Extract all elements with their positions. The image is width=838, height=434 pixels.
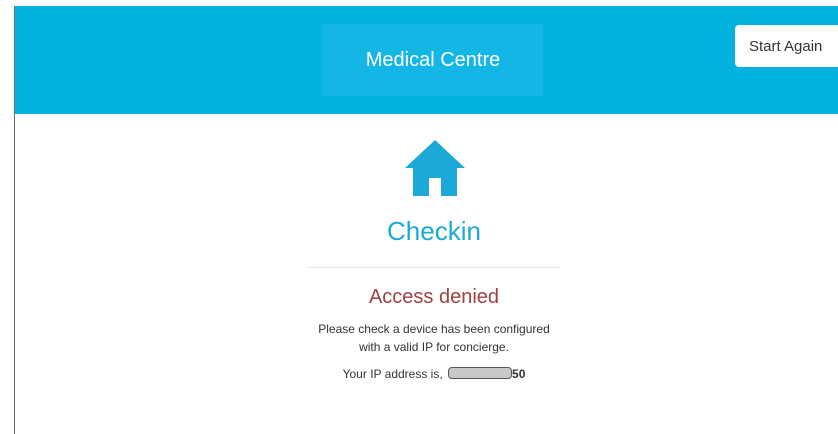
error-message-line-1: Please check a device has been configure… bbox=[318, 322, 550, 336]
ip-address-row: Your IP address is, 50 bbox=[0, 367, 838, 381]
start-again-button[interactable]: Start Again bbox=[735, 25, 838, 67]
home-icon bbox=[405, 140, 465, 196]
error-title: Access denied bbox=[368, 286, 500, 308]
ip-label: Your IP address is, bbox=[342, 367, 443, 381]
error-message-line-2: with a valid IP for concierge. bbox=[359, 340, 509, 354]
redacted-ip bbox=[448, 367, 513, 379]
ip-suffix: 50 bbox=[512, 367, 526, 381]
site-title: Medical Centre bbox=[323, 24, 543, 96]
page-heading: Checkin bbox=[387, 216, 481, 246]
divider bbox=[307, 267, 561, 268]
error-message: Please check a device has been configure… bbox=[0, 320, 838, 356]
